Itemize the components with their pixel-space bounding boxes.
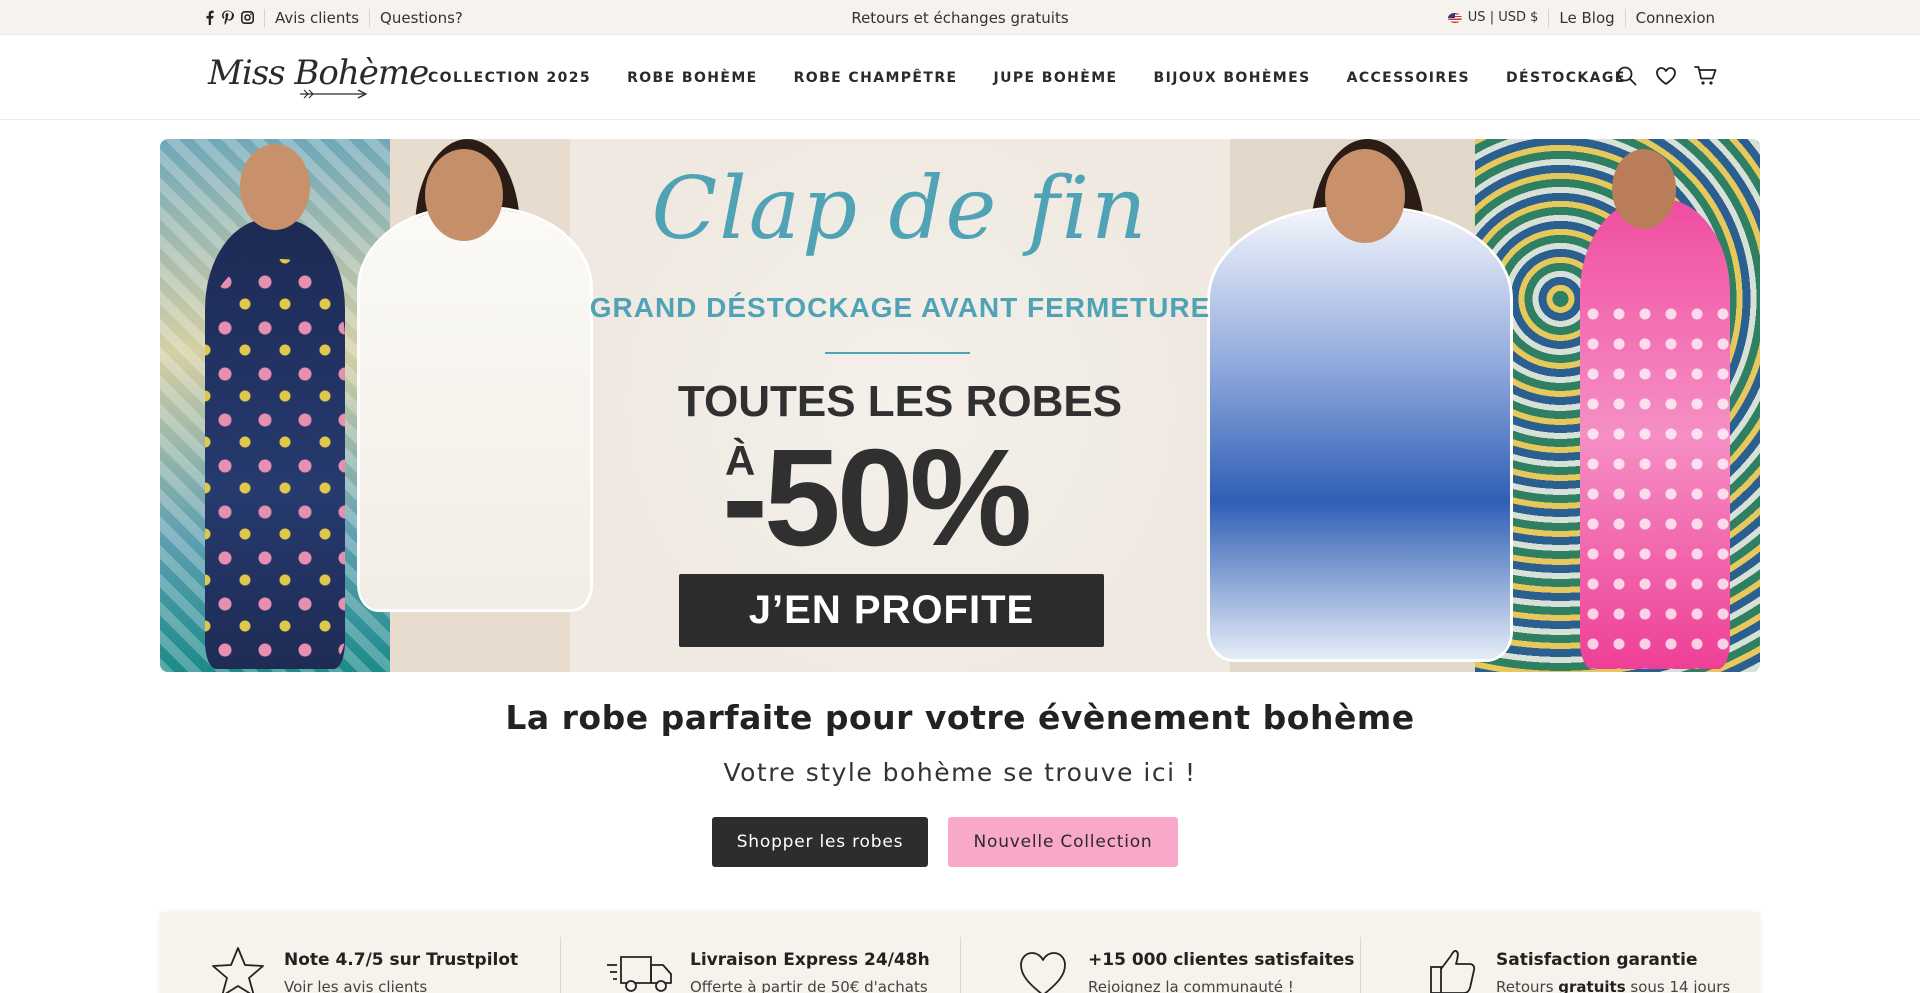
feature-title: Livraison Express 24/48h xyxy=(690,950,930,970)
shop-dresses-button[interactable]: Shopper les robes xyxy=(712,817,928,867)
currency-label: US | USD $ xyxy=(1467,10,1539,25)
hero-cta-button[interactable]: J’EN PROFITE xyxy=(679,574,1104,647)
nav-bijoux-bohemes[interactable]: BIJOUX BOHÈMES xyxy=(1154,70,1311,86)
features-strip: Note 4.7/5 sur Trustpilot Voir les avis … xyxy=(160,912,1760,993)
header-actions xyxy=(1616,65,1718,89)
main-nav: COLLECTION 2025 ROBE BOHÈME ROBE CHAMPÊT… xyxy=(428,35,1626,120)
hero-banner[interactable]: Clap de fin GRAND DÉSTOCKAGE AVANT FERME… xyxy=(160,139,1760,672)
social-links xyxy=(205,10,264,25)
site-header: Miss Bohème COLLECTION 2025 ROBE BOHÈME … xyxy=(0,35,1920,120)
facebook-icon[interactable] xyxy=(205,10,214,25)
feature-subtitle: Voir les avis clients xyxy=(284,978,428,993)
logo-text: Miss Bohème xyxy=(208,53,429,93)
logo[interactable]: Miss Bohème xyxy=(208,49,429,99)
cart-icon[interactable] xyxy=(1694,65,1718,89)
feature-subtitle: Rejoignez la communauté ! xyxy=(1088,978,1294,993)
hero-divider xyxy=(825,352,970,354)
feature-title: +15 000 clientes satisfaites xyxy=(1088,950,1355,970)
login-link[interactable]: Connexion xyxy=(1624,8,1715,27)
search-icon[interactable] xyxy=(1616,65,1640,89)
model-face xyxy=(240,144,310,230)
floral-print xyxy=(205,259,345,659)
us-flag-icon xyxy=(1447,12,1462,23)
feature-subtitle: Offerte à partir de 50€ d'achats xyxy=(690,978,928,993)
hero-script-title: Clap de fin xyxy=(651,159,1149,259)
logo-arrow-icon xyxy=(300,89,368,99)
pink-print xyxy=(1580,299,1730,669)
truck-icon xyxy=(605,945,672,993)
nav-accessoires[interactable]: ACCESSOIRES xyxy=(1347,70,1470,86)
reviews-link[interactable]: Avis clients xyxy=(264,8,369,27)
nav-destockage[interactable]: DÉSTOCKAGE xyxy=(1506,70,1626,86)
feature-subtitle: Retours gratuits sous 14 jours xyxy=(1496,978,1730,993)
model-face xyxy=(1325,149,1405,243)
feature-customers[interactable]: +15 000 clientes satisfaites Rejoignez l… xyxy=(960,912,1360,993)
top-bar: Retours et échanges gratuits Avis client… xyxy=(0,0,1920,35)
heart-icon xyxy=(1018,945,1078,993)
feature-subtitle-part: Retours xyxy=(1496,978,1559,993)
hero-subtitle: GRAND DÉSTOCKAGE AVANT FERMETURE xyxy=(589,292,1211,323)
instagram-icon[interactable] xyxy=(241,11,254,24)
wishlist-heart-icon[interactable] xyxy=(1655,65,1679,89)
nav-robe-boheme[interactable]: ROBE BOHÈME xyxy=(627,70,758,86)
feature-delivery[interactable]: Livraison Express 24/48h Offerte à parti… xyxy=(560,912,960,993)
model-white-dress xyxy=(360,209,590,609)
currency-selector[interactable]: US | USD $ xyxy=(1447,10,1549,25)
pinterest-icon[interactable] xyxy=(221,10,234,25)
blog-link[interactable]: Le Blog xyxy=(1548,8,1624,27)
feature-satisfaction[interactable]: Satisfaction garantie Retours gratuits s… xyxy=(1360,912,1760,993)
nav-jupe-boheme[interactable]: JUPE BOHÈME xyxy=(994,70,1118,86)
hero-discount: -50% xyxy=(722,421,1032,575)
page-subheadline: Votre style bohème se trouve ici ! xyxy=(723,758,1197,787)
model-face xyxy=(1612,149,1676,229)
feature-trustpilot[interactable]: Note 4.7/5 sur Trustpilot Voir les avis … xyxy=(160,912,560,993)
nav-robe-champetre[interactable]: ROBE CHAMPÊTRE xyxy=(794,70,958,86)
page-headline: La robe parfaite pour votre évènement bo… xyxy=(505,698,1415,737)
hero-line: TOUTES LES ROBES xyxy=(677,377,1123,426)
questions-link[interactable]: Questions? xyxy=(369,8,473,27)
model-blue-print-dress xyxy=(1210,209,1510,659)
intro-buttons: Shopper les robes Nouvelle Collection xyxy=(712,817,1178,867)
star-icon xyxy=(208,945,268,993)
feature-subtitle-bold: gratuits xyxy=(1558,978,1626,993)
model-face xyxy=(425,149,503,241)
thumbs-up-icon xyxy=(1428,945,1488,993)
feature-subtitle-part: sous 14 jours xyxy=(1625,978,1731,993)
new-collection-button[interactable]: Nouvelle Collection xyxy=(948,817,1178,867)
feature-title: Satisfaction garantie xyxy=(1496,950,1698,970)
feature-title: Note 4.7/5 sur Trustpilot xyxy=(284,950,519,970)
nav-collection-2025[interactable]: COLLECTION 2025 xyxy=(428,70,591,86)
